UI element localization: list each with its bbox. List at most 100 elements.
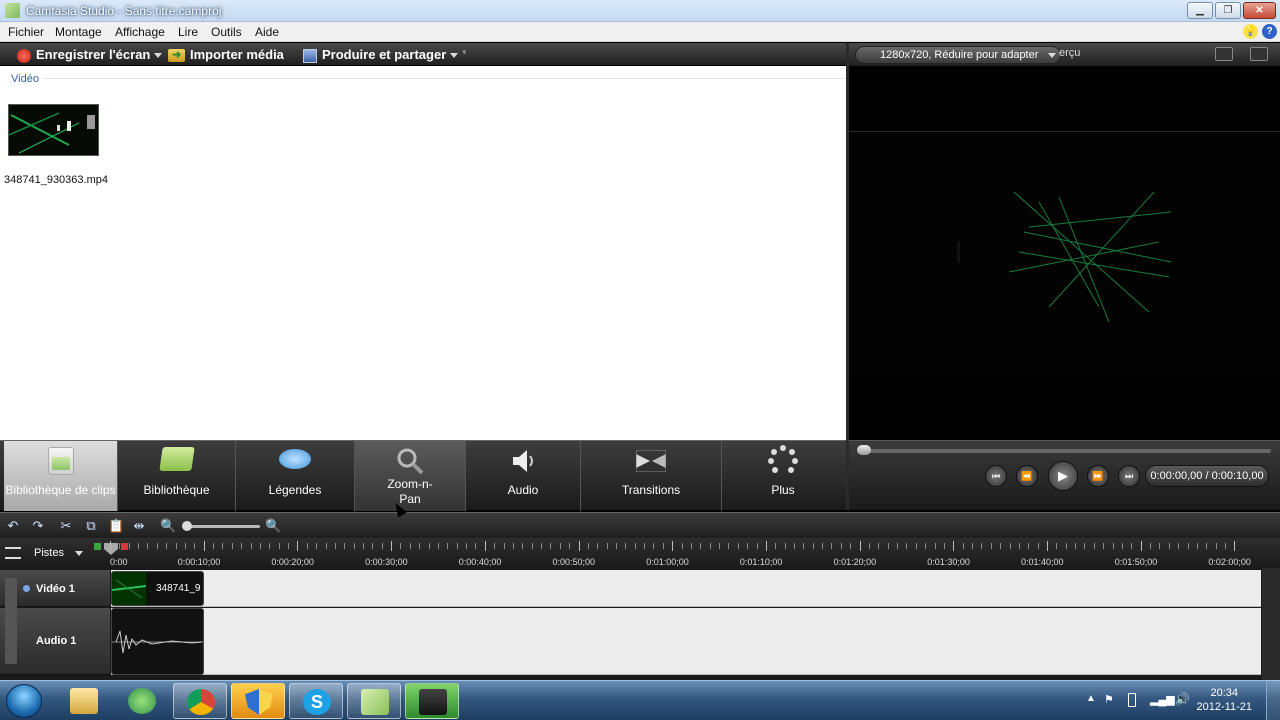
scrub-handle[interactable]: [857, 445, 871, 455]
record-screen-button[interactable]: Enregistrer l'écran: [17, 46, 163, 63]
chevron-down-icon[interactable]: [75, 551, 83, 556]
import-media-button[interactable]: ➜ Importer média: [168, 46, 284, 63]
play-icon[interactable]: ▶: [1048, 461, 1078, 491]
ruler-minor-tick: [587, 543, 589, 549]
record-screen-label: Enregistrer l'écran: [36, 47, 151, 62]
section-divider: [43, 78, 868, 79]
ruler-minor-tick: [531, 543, 533, 549]
tab-transitions[interactable]: Transitions: [581, 441, 722, 511]
ruler-minor-tick: [943, 543, 945, 549]
tab-audio[interactable]: Audio: [466, 441, 581, 511]
menu-montage[interactable]: Montage: [55, 25, 102, 39]
help-icon[interactable]: ?: [1262, 24, 1277, 39]
track-height-handle[interactable]: [5, 578, 17, 664]
minimize-button[interactable]: ▁: [1187, 2, 1213, 19]
player-controls: ⏮ ⏪ ▶ ⏩ ⏭ 0:00:00,00 / 0:00:10,00: [849, 440, 1280, 510]
selection-end-marker[interactable]: [121, 543, 128, 550]
chevron-down-icon: [1048, 53, 1056, 58]
show-desktop-button[interactable]: [1266, 681, 1280, 720]
ruler-major-tick: [484, 541, 486, 551]
undo-icon[interactable]: ↶: [5, 518, 21, 534]
detach-preview-icon[interactable]: [1250, 47, 1268, 61]
ruler-tick-label: 0:01:00;00: [646, 557, 689, 567]
ruler-minor-tick: [494, 543, 496, 549]
start-button[interactable]: [6, 684, 42, 718]
taskbar-camtasia-recorder[interactable]: [405, 683, 459, 719]
redo-icon[interactable]: ↷: [30, 518, 46, 534]
toolbar-overflow-icon[interactable]: ▾: [462, 47, 467, 58]
ruler-major-tick: [672, 541, 674, 551]
timeline-ruler[interactable]: Pistes 0:00 0:00:10;00 0:00:20;00 0:00:30;0…: [0, 538, 1280, 568]
menu-aide[interactable]: Aide: [255, 25, 279, 39]
jump-to-start-icon[interactable]: ⏮: [985, 465, 1007, 487]
timeline-zoom-slider[interactable]: [186, 525, 260, 528]
tab-zoom-n-pan[interactable]: Zoom-n-Pan: [355, 441, 466, 511]
menu-outils[interactable]: Outils: [211, 25, 242, 39]
cut-icon[interactable]: ✂: [58, 518, 74, 534]
audio-waveform: [112, 630, 203, 654]
wifi-signal-icon[interactable]: ▂▄▆: [1150, 693, 1175, 706]
tracks-menu-icon[interactable]: [5, 547, 21, 559]
tracks-label[interactable]: Pistes: [34, 547, 64, 559]
taskbar-explorer[interactable]: [57, 683, 111, 719]
clock[interactable]: 20:34 2012-11-21: [1197, 686, 1252, 714]
video-track-lane[interactable]: [111, 570, 1261, 607]
media-thumbnail[interactable]: [8, 104, 99, 156]
rewind-icon[interactable]: ⏪: [1016, 465, 1038, 487]
battery-icon[interactable]: [1128, 693, 1136, 707]
taskbar-security[interactable]: [231, 683, 285, 719]
playhead[interactable]: [104, 543, 118, 555]
timeline-toolbar: ↶ ↷ ✂ ⧉ 📋 ⇹ 🔍 🔍: [0, 512, 1280, 538]
ruler-major-tick: [859, 541, 861, 551]
ruler-minor-tick: [475, 543, 477, 549]
ruler-minor-tick: [868, 543, 870, 549]
close-button[interactable]: ✕: [1243, 2, 1276, 19]
taskbar-skype[interactable]: S: [289, 683, 343, 719]
jump-to-end-icon[interactable]: ⏭: [1118, 465, 1140, 487]
zoom-out-icon[interactable]: 🔍: [160, 518, 176, 534]
produce-share-button[interactable]: Produire et partager: [303, 46, 459, 63]
audio-track-lane[interactable]: [111, 608, 1261, 675]
lightbulb-tip-icon[interactable]: 💡: [1243, 24, 1258, 39]
ruler-minor-tick: [259, 543, 261, 549]
more-dots-icon: [767, 444, 799, 476]
zoom-slider-handle[interactable]: [182, 521, 192, 531]
taskbar-camtasia[interactable]: [347, 683, 401, 719]
tab-clip-bin[interactable]: Bibliothèque de clips: [4, 441, 118, 511]
timeline-vertical-scrollbar[interactable]: [1262, 568, 1280, 680]
video-clip[interactable]: 348741_9: [111, 571, 204, 606]
taskbar-chrome[interactable]: [173, 683, 227, 719]
resolution-select[interactable]: 1280x720, Réduire pour adapter: [855, 46, 1061, 64]
split-icon[interactable]: ⇹: [131, 518, 147, 534]
maximize-button[interactable]: ❐: [1215, 2, 1241, 19]
menu-fichier[interactable]: Fichier: [8, 25, 44, 39]
chevron-down-icon: [450, 53, 459, 59]
camtasia-icon: [361, 689, 389, 715]
show-hidden-icons-icon[interactable]: ▲: [1086, 693, 1096, 704]
action-center-flag-icon[interactable]: ⚑: [1104, 693, 1114, 706]
menu-lire[interactable]: Lire: [178, 25, 198, 39]
tab-callouts[interactable]: Légendes: [236, 441, 355, 511]
selection-start-marker[interactable]: [94, 543, 101, 550]
scrub-bar[interactable]: [857, 449, 1271, 453]
audio-clip[interactable]: [111, 608, 204, 675]
ruler-minor-tick: [381, 543, 383, 549]
fullscreen-icon[interactable]: [1215, 47, 1233, 61]
ruler-minor-tick: [737, 543, 739, 549]
preview-canvas[interactable]: [849, 131, 1280, 374]
tab-library-label: Bibliothèque: [143, 483, 210, 497]
taskbar-network[interactable]: [115, 683, 169, 719]
ruler-minor-tick: [1196, 543, 1198, 549]
copy-icon[interactable]: ⧉: [83, 518, 99, 534]
ruler-minor-tick: [334, 543, 336, 549]
menu-affichage[interactable]: Affichage: [115, 25, 165, 39]
tab-library[interactable]: Bibliothèque: [118, 441, 236, 511]
tab-more[interactable]: Plus: [722, 441, 844, 511]
fast-forward-icon[interactable]: ⏩: [1087, 465, 1109, 487]
volume-icon[interactable]: 🔊: [1175, 692, 1190, 706]
zoom-in-icon[interactable]: 🔍: [265, 518, 281, 534]
ruler-minor-tick: [166, 543, 168, 549]
media-file-name[interactable]: 348741_930363.mp4: [4, 174, 108, 186]
paste-icon[interactable]: 📋: [108, 518, 124, 534]
ruler-minor-tick: [1159, 543, 1161, 549]
